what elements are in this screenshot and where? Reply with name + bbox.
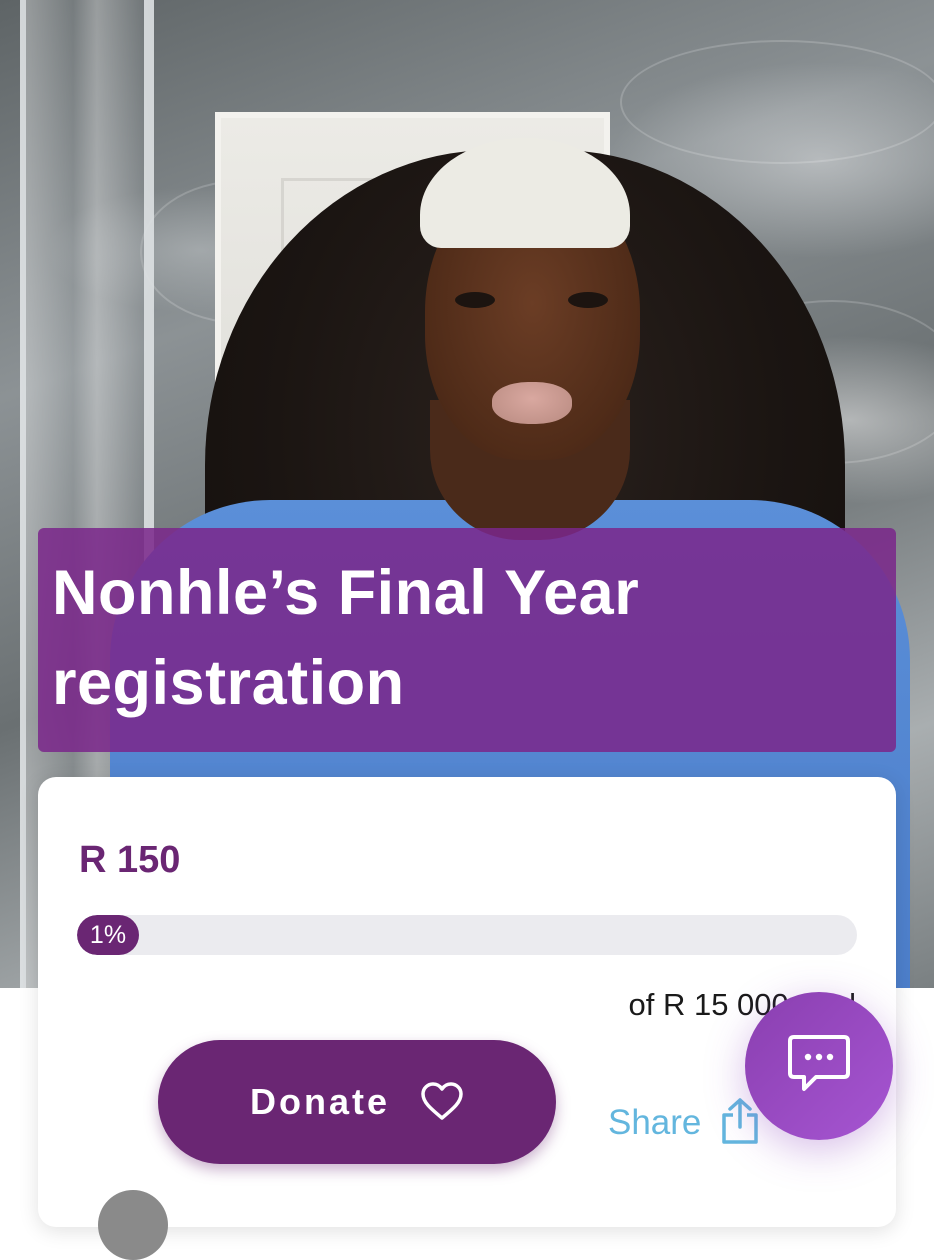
marble-texture <box>620 40 934 164</box>
campaign-title-line-2: registration <box>52 648 405 718</box>
amount-raised: R 150 <box>79 839 181 881</box>
campaign-title: Nonhle’s Final Year registration <box>52 548 882 728</box>
campaign-title-line-1: Nonhle’s Final Year <box>52 558 640 628</box>
chat-button[interactable] <box>745 992 893 1140</box>
donate-button[interactable]: Donate <box>158 1040 556 1164</box>
donate-label: Donate <box>249 1081 390 1122</box>
heart-outline-icon <box>420 1081 464 1124</box>
progress-fill: 1% <box>77 915 139 955</box>
progress-bar: 1% <box>77 915 857 955</box>
person-lips <box>492 382 572 424</box>
person-eye-right <box>568 292 608 308</box>
share-label: Share <box>608 1103 702 1142</box>
campaign-summary-card: R 150 1% of R 15 000 goal Donate Share <box>38 777 896 1260</box>
chat-bubble-icon <box>786 1033 852 1099</box>
person-eye-left <box>455 292 495 308</box>
progress-percent: 1% <box>89 920 127 949</box>
avatar <box>98 1190 168 1260</box>
campaign-title-banner: Nonhle’s Final Year registration <box>38 528 896 752</box>
share-button[interactable]: Share <box>608 1097 761 1149</box>
